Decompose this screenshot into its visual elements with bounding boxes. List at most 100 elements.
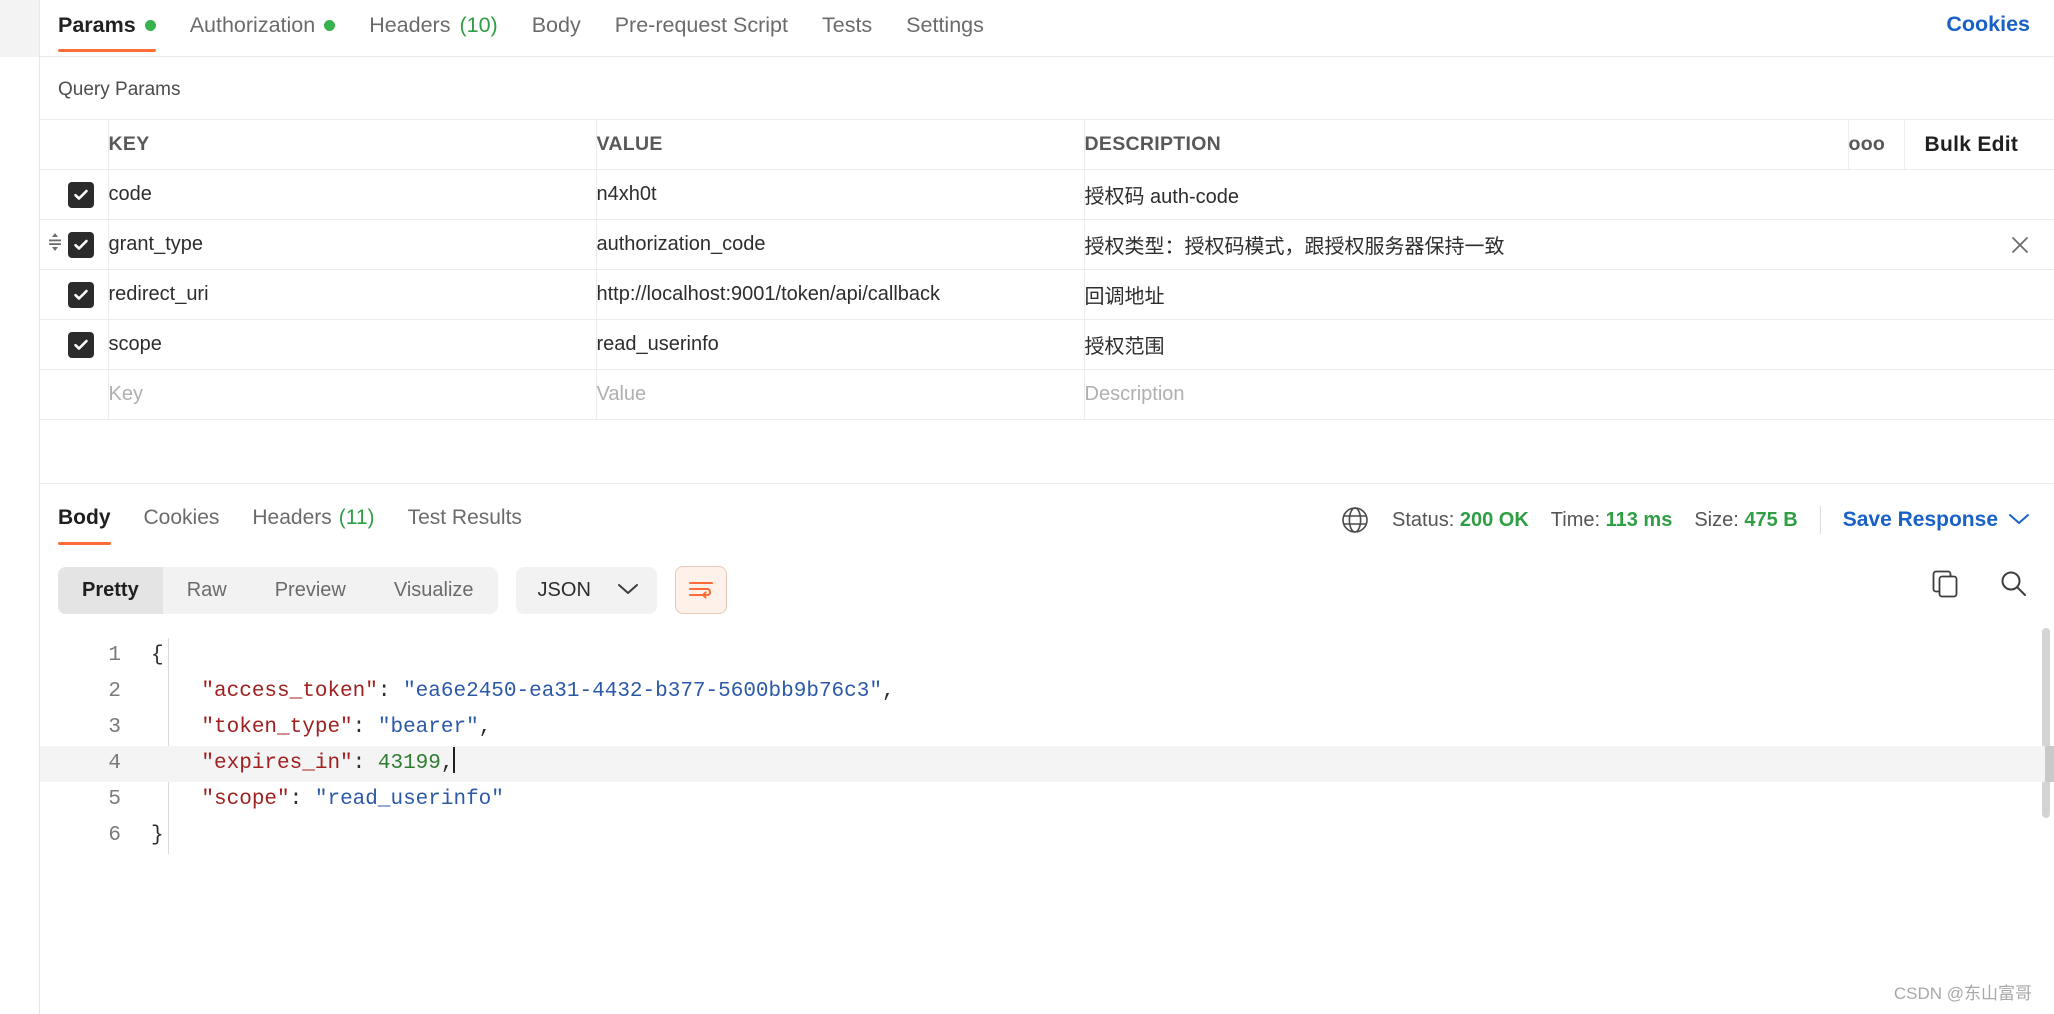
row-value[interactable]: read_userinfo bbox=[596, 319, 1085, 370]
json-key: "access_token" bbox=[201, 680, 378, 703]
chevron-down-icon bbox=[617, 579, 639, 602]
size-label: Size: bbox=[1694, 508, 1739, 531]
bulk-edit-button[interactable]: Bulk Edit bbox=[1905, 133, 2054, 157]
line-content: "token_type": "bearer", bbox=[201, 716, 492, 739]
response-view-toolbar: Pretty Raw Preview Visualize JSON bbox=[40, 552, 2054, 628]
rail-segment-top bbox=[0, 0, 39, 57]
watermark: CSDN @东山富哥 bbox=[1893, 984, 2032, 1003]
left-rail bbox=[0, 0, 40, 1014]
tab-pre-request-script[interactable]: Pre-request Script bbox=[615, 0, 788, 52]
status-label: Status: bbox=[1392, 508, 1455, 531]
status-value: 200 OK bbox=[1459, 508, 1529, 531]
active-line-marker bbox=[2045, 746, 2054, 782]
response-tab-test-results-label: Test Results bbox=[407, 506, 522, 529]
tab-tests-label: Tests bbox=[821, 13, 873, 37]
response-tab-headers-label: Headers bbox=[252, 506, 332, 529]
cookies-link[interactable]: Cookies bbox=[1946, 12, 2030, 37]
row-description[interactable]: 回调地址 bbox=[1084, 269, 2054, 320]
row-description[interactable]: 授权码 auth-code bbox=[1084, 169, 2054, 220]
query-params-table: KEY VALUE DESCRIPTION ooo Bulk Edit code… bbox=[40, 119, 2054, 420]
chevron-down-icon bbox=[2008, 508, 2030, 532]
response-tools bbox=[1930, 568, 2028, 598]
bulk-edit-cell: Bulk Edit bbox=[1904, 119, 2054, 170]
line-content: "scope": "read_userinfo" bbox=[201, 788, 504, 811]
format-select-value: JSON bbox=[537, 578, 591, 601]
rail-segment-mid bbox=[0, 58, 39, 98]
view-mode-preview[interactable]: Preview bbox=[251, 567, 370, 614]
query-params-title: Query Params bbox=[58, 79, 181, 100]
header-description: DESCRIPTION bbox=[1084, 119, 1849, 170]
tab-params[interactable]: Params bbox=[58, 0, 156, 52]
row-checkbox-cell bbox=[40, 219, 109, 270]
tab-headers-label: Headers bbox=[369, 13, 451, 37]
response-tab-test-results[interactable]: Test Results bbox=[408, 492, 522, 545]
row-description[interactable]: 授权类型：授权码模式，跟授权服务器保持一致 bbox=[1085, 236, 1505, 258]
row-checkbox[interactable] bbox=[67, 181, 94, 208]
row-checkbox-cell bbox=[40, 169, 109, 220]
json-string: "read_userinfo" bbox=[314, 788, 504, 811]
empty-row-value-input[interactable]: Value bbox=[596, 369, 1085, 420]
empty-row-description-input[interactable]: Description bbox=[1084, 369, 2054, 420]
view-mode-pretty[interactable]: Pretty bbox=[58, 566, 163, 614]
tab-params-label: Params bbox=[58, 13, 136, 37]
copy-icon[interactable] bbox=[1930, 568, 1960, 598]
row-key[interactable]: scope bbox=[108, 319, 597, 370]
size-group: Size: 475 B bbox=[1694, 509, 1797, 532]
response-tab-headers[interactable]: Headers (11) bbox=[252, 492, 374, 545]
response-tab-cookies[interactable]: Cookies bbox=[144, 492, 220, 545]
table-options-icon[interactable]: ooo bbox=[1848, 119, 1905, 170]
row-checkbox-cell bbox=[40, 269, 109, 320]
authorization-modified-dot-icon bbox=[324, 20, 336, 31]
tab-settings[interactable]: Settings bbox=[906, 0, 984, 52]
table-row: code n4xh0t 授权码 auth-code bbox=[40, 169, 2054, 220]
row-checkbox[interactable] bbox=[67, 281, 94, 308]
row-checkbox[interactable] bbox=[67, 331, 94, 358]
text-caret bbox=[452, 747, 455, 773]
line-content: { bbox=[151, 644, 164, 667]
response-tab-headers-count: (11) bbox=[338, 506, 375, 529]
save-response-button[interactable]: Save Response bbox=[1843, 508, 2030, 532]
tab-authorization[interactable]: Authorization bbox=[190, 0, 336, 52]
json-number: 43199 bbox=[377, 752, 441, 775]
view-mode-raw[interactable]: Raw bbox=[163, 567, 251, 614]
time-group: Time: 113 ms bbox=[1551, 509, 1673, 532]
params-modified-dot-icon bbox=[144, 20, 156, 31]
json-string: "bearer" bbox=[377, 716, 479, 739]
tab-body-label: Body bbox=[531, 13, 581, 37]
line-content: "expires_in": 43199, bbox=[145, 746, 455, 782]
json-key: "scope" bbox=[201, 788, 290, 811]
globe-icon[interactable] bbox=[1340, 505, 1370, 535]
tab-body[interactable]: Body bbox=[532, 0, 581, 52]
wrap-lines-button[interactable] bbox=[674, 566, 727, 614]
line-content: "access_token": "ea6e2450-ea31-4432-b377… bbox=[201, 680, 895, 703]
response-body-code[interactable]: 1 { 2 "access_token": "ea6e2450-ea31-443… bbox=[40, 628, 2054, 854]
line-number: 3 bbox=[108, 716, 121, 739]
row-value[interactable]: authorization_code bbox=[596, 219, 1085, 270]
row-checkbox[interactable] bbox=[67, 231, 94, 258]
code-line: 2 "access_token": "ea6e2450-ea31-4432-b3… bbox=[40, 674, 2054, 710]
header-key: KEY bbox=[108, 119, 597, 170]
request-tab-bar: Params Authorization Headers (10) Body P… bbox=[40, 0, 2054, 57]
empty-row-key-input[interactable]: Key bbox=[108, 369, 597, 420]
row-drag-handle-icon[interactable] bbox=[44, 229, 68, 261]
row-key[interactable]: redirect_uri bbox=[108, 269, 597, 320]
line-number: 2 bbox=[108, 680, 121, 703]
size-value: 475 B bbox=[1744, 508, 1798, 531]
row-value[interactable]: n4xh0t bbox=[596, 169, 1085, 220]
tab-headers[interactable]: Headers (10) bbox=[369, 0, 498, 52]
table-row: scope read_userinfo 授权范围 bbox=[40, 319, 2054, 370]
row-value[interactable]: http://localhost:9001/token/api/callback bbox=[596, 269, 1085, 320]
tab-tests[interactable]: Tests bbox=[822, 0, 872, 52]
response-meta: Status: 200 OK Time: 113 ms Size: 475 B … bbox=[1340, 505, 2030, 535]
remove-row-icon[interactable] bbox=[2008, 233, 2032, 257]
row-key[interactable]: code bbox=[108, 169, 597, 220]
header-checkbox-cell bbox=[40, 119, 109, 170]
table-row-empty: Key Value Description bbox=[40, 369, 2054, 420]
search-icon[interactable] bbox=[1998, 568, 2028, 598]
row-description[interactable]: 授权范围 bbox=[1084, 319, 2054, 370]
view-mode-visualize[interactable]: Visualize bbox=[370, 567, 498, 614]
response-tab-body[interactable]: Body bbox=[58, 492, 111, 545]
format-select[interactable]: JSON bbox=[515, 566, 657, 614]
code-line-active: 4 "expires_in": 43199, bbox=[40, 746, 2054, 782]
row-key[interactable]: grant_type bbox=[108, 219, 597, 270]
